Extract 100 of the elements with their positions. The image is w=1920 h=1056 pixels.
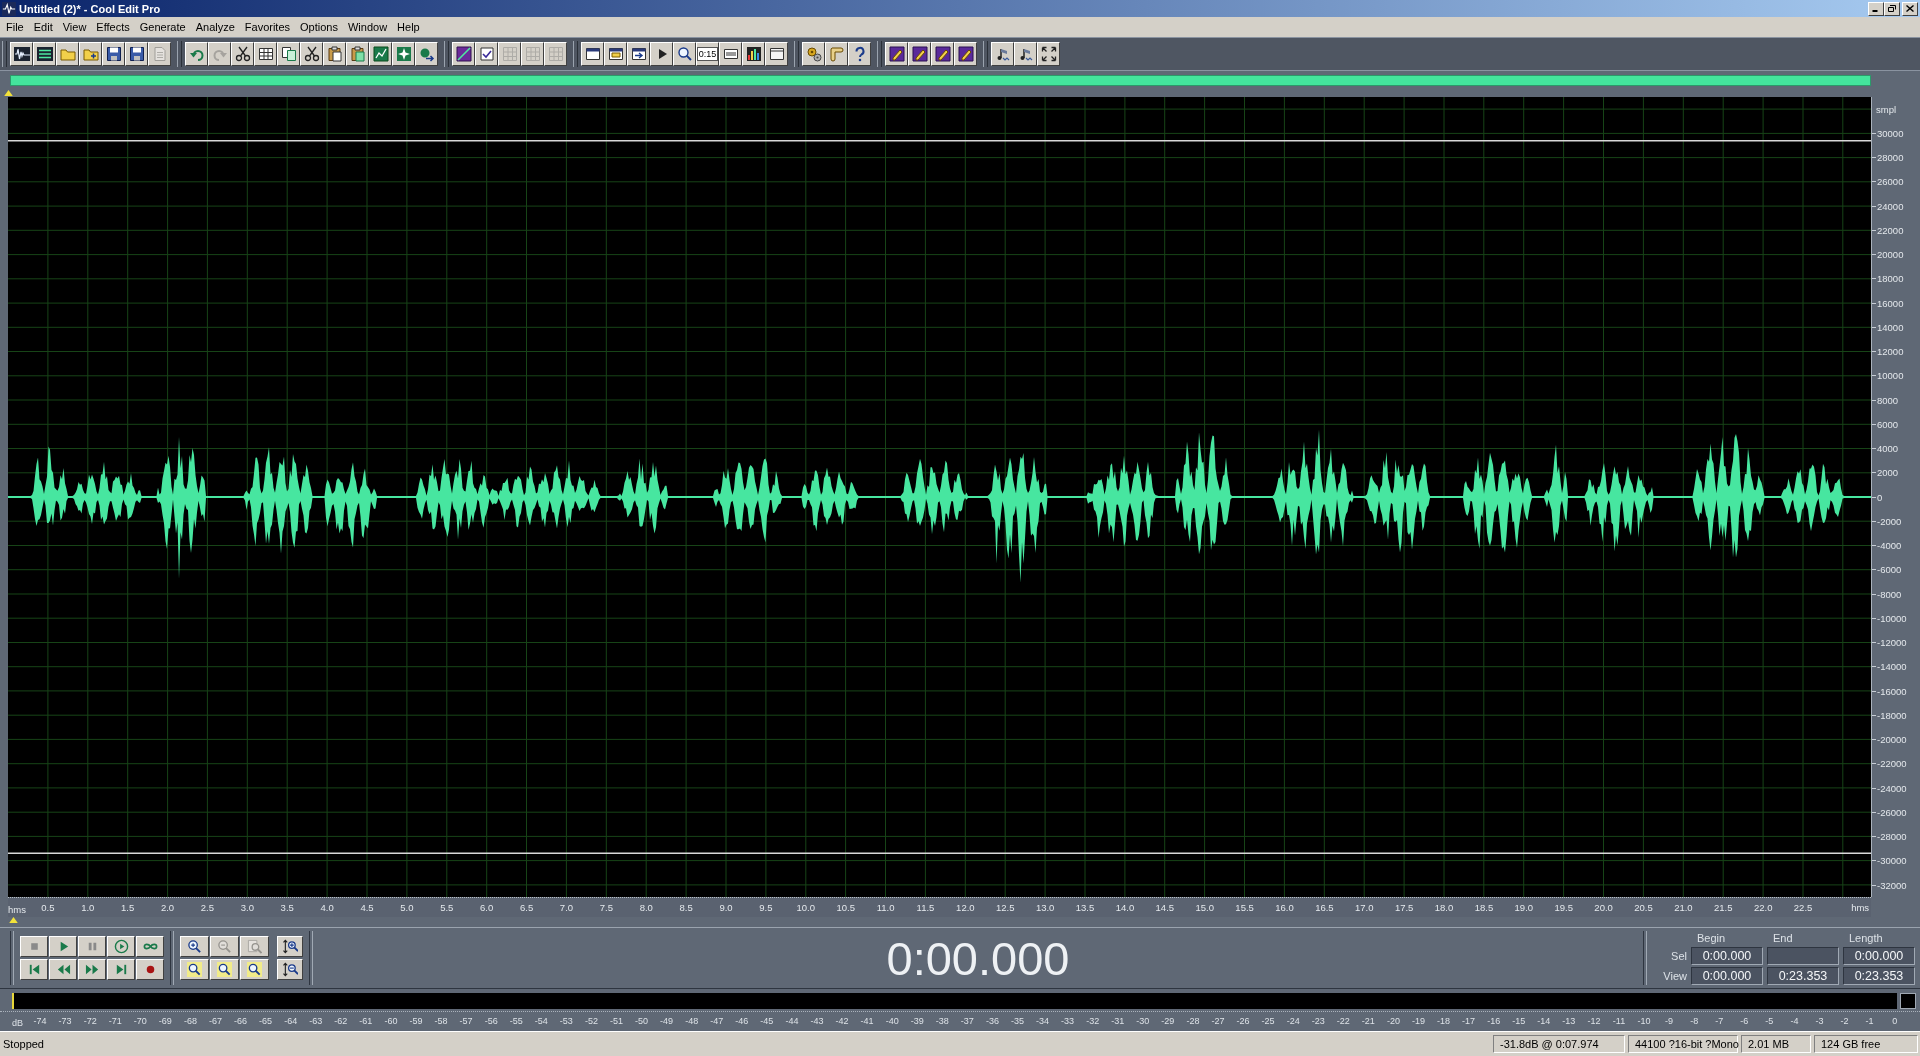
toolbar-button[interactable] [185, 42, 208, 66]
toolbar-button[interactable] [79, 42, 102, 66]
loop-button[interactable] [136, 936, 164, 957]
vertical-zoom-out-button[interactable] [277, 959, 303, 980]
time-field[interactable]: 0:00.000 [1843, 946, 1915, 965]
meter-tick-label: -55 [509, 1015, 523, 1026]
toolbar-button[interactable] [627, 42, 650, 66]
toolbar-button[interactable] [231, 42, 254, 66]
waveform-display[interactable] [8, 97, 1871, 897]
toolbar-button[interactable] [885, 42, 908, 66]
stop-button[interactable] [20, 936, 48, 957]
meter-tick-label: -16 [1487, 1015, 1501, 1026]
time-tick-label: 17.0 [1355, 902, 1374, 913]
meter-tick-label: -34 [1036, 1015, 1050, 1026]
line-chart-icon [372, 46, 389, 62]
zoom-in-button[interactable] [180, 936, 209, 957]
menu-item[interactable]: File [1, 21, 29, 33]
meter-tick-label: -36 [985, 1015, 999, 1026]
rewind-button[interactable] [49, 959, 77, 980]
toolbar-button[interactable] [56, 42, 79, 66]
meter-tick-label: -56 [484, 1015, 498, 1026]
time-field[interactable]: 0:00.000 [1691, 946, 1763, 965]
meter-tick-label: -27 [1211, 1015, 1225, 1026]
time-tick-label: 21.5 [1714, 902, 1733, 913]
toolbar-button[interactable] [125, 42, 148, 66]
meter-tick-label: -63 [309, 1015, 323, 1026]
amplitude-tick-label: -2000 [1877, 515, 1902, 527]
clipboard-icon [326, 46, 343, 62]
meter-tick-label: -11 [1612, 1015, 1626, 1026]
toolbar-button[interactable] [604, 42, 627, 66]
toolbar-button[interactable] [991, 42, 1014, 66]
zoom-selection-button[interactable] [240, 959, 269, 980]
restore-button[interactable] [1884, 1, 1900, 16]
toolbar-button[interactable] [673, 42, 696, 66]
toolbar-button[interactable] [102, 42, 125, 66]
zoom-left-button[interactable] [180, 959, 209, 980]
toolbar-button[interactable] [954, 42, 977, 66]
meter-tick-label: -32 [1086, 1015, 1100, 1026]
meter-tick-label: -39 [910, 1015, 924, 1026]
go-to-start-button[interactable] [20, 959, 48, 980]
toolbar-button[interactable] [323, 42, 346, 66]
toolbar-button[interactable] [825, 42, 848, 66]
amplitude-tick-label: 8000 [1877, 394, 1899, 406]
toolbar-button[interactable] [802, 42, 825, 66]
toolbar-button[interactable] [650, 42, 673, 66]
toolbar-button[interactable] [369, 42, 392, 66]
toolbar-button[interactable] [277, 42, 300, 66]
play-to-end-button[interactable] [107, 936, 135, 957]
toolbar-button[interactable] [848, 42, 871, 66]
time-field[interactable]: 0:23.353 [1843, 966, 1915, 985]
toolbar-button[interactable] [10, 42, 33, 66]
go-to-end-button[interactable] [107, 959, 135, 980]
toolbar-button[interactable] [300, 42, 323, 66]
toolbar-button[interactable] [452, 42, 475, 66]
diagonal-line-icon [455, 46, 472, 62]
zoom-right-button[interactable] [210, 959, 239, 980]
meter-tick-label: -13 [1562, 1015, 1576, 1026]
time-field[interactable] [1767, 946, 1839, 965]
minimize-button[interactable] [1868, 1, 1884, 16]
toolbar-button[interactable] [719, 42, 742, 66]
toolbar-button[interactable]: 0:15 [696, 42, 719, 66]
meter-tick-label: -57 [459, 1015, 473, 1026]
menu-item[interactable]: Analyze [190, 21, 240, 33]
circled-play-icon [113, 939, 129, 954]
time-field[interactable]: 0:23.353 [1767, 966, 1839, 985]
vertical-zoom-in-button[interactable] [277, 936, 303, 957]
menu-item[interactable]: View [57, 21, 92, 33]
time-field[interactable]: 0:00.000 [1691, 966, 1763, 985]
menu-item[interactable]: Generate [134, 21, 191, 33]
toolbar-button[interactable] [908, 42, 931, 66]
toolbar-button[interactable] [33, 42, 56, 66]
toolbar-button[interactable] [765, 42, 788, 66]
pause-button[interactable] [78, 936, 106, 957]
scroll-icon [828, 46, 845, 62]
toolbar-button[interactable] [415, 42, 438, 66]
clip-indicator[interactable] [1900, 993, 1916, 1009]
toolbar-button[interactable] [475, 42, 498, 66]
meter-tick-label: -8 [1690, 1015, 1699, 1026]
toolbar-button[interactable] [742, 42, 765, 66]
close-button[interactable] [1902, 1, 1918, 16]
fast-forward-button[interactable] [78, 959, 106, 980]
toolbar-button[interactable] [346, 42, 369, 66]
meter-tick-label: -66 [234, 1015, 248, 1026]
toolbar-button[interactable] [931, 42, 954, 66]
meter-tick-label: -3 [1815, 1015, 1824, 1026]
menu-item[interactable]: Window [343, 21, 393, 33]
toolbar-button[interactable] [392, 42, 415, 66]
menu-item[interactable]: Options [295, 21, 343, 33]
meter-tick-label: -60 [384, 1015, 398, 1026]
menu-item[interactable]: Help [392, 21, 425, 33]
toolbar-button[interactable] [581, 42, 604, 66]
toolbar-button[interactable] [1037, 42, 1060, 66]
menu-item[interactable]: Favorites [239, 21, 296, 33]
toolbar-button[interactable] [1014, 42, 1037, 66]
menu-item[interactable]: Effects [91, 21, 135, 33]
menu-item[interactable]: Edit [28, 21, 58, 33]
record-button[interactable] [136, 959, 164, 980]
waveform-icon [13, 46, 30, 62]
play-button[interactable] [49, 936, 77, 957]
toolbar-button[interactable] [254, 42, 277, 66]
